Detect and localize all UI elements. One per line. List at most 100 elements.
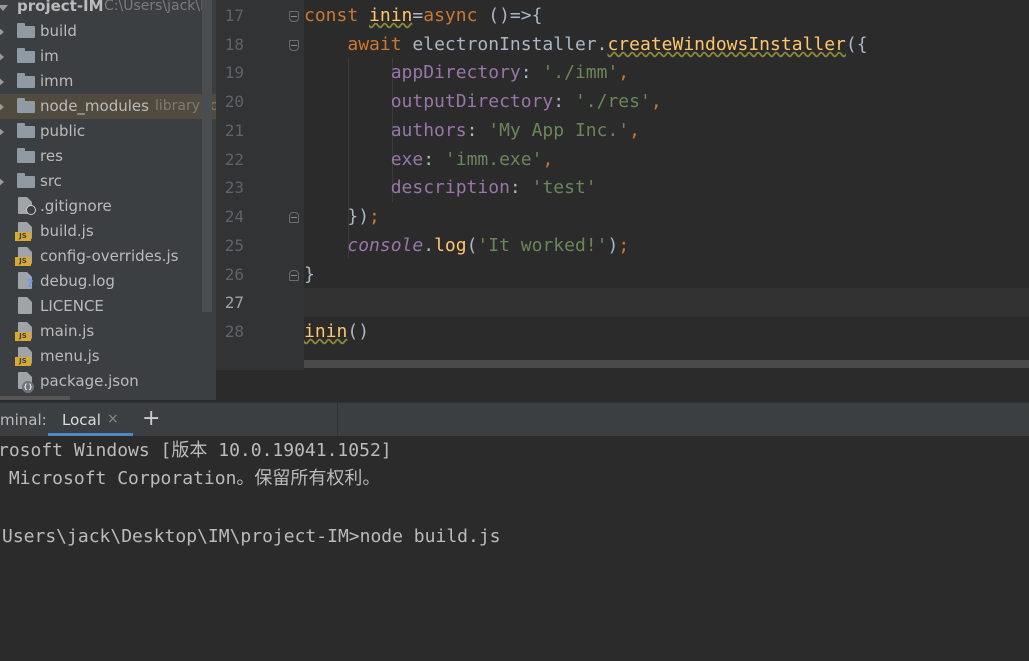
code-line-20: outputDirectory: './res',: [304, 88, 662, 117]
line-number: 22: [224, 150, 244, 169]
token-keyword: async: [423, 5, 478, 26]
tree-item-gitignore[interactable]: .gitignore: [0, 194, 216, 219]
line-number: 28: [224, 322, 244, 341]
code-line-21: authors: 'My App Inc.',: [304, 117, 640, 146]
line-number: 18: [224, 35, 244, 54]
tree-item-public[interactable]: public: [0, 119, 216, 144]
tree-item-src[interactable]: src: [0, 169, 216, 194]
plus-icon[interactable]: +: [142, 407, 160, 431]
token-punct: (): [347, 321, 370, 342]
line-number-current: 27: [224, 293, 244, 312]
js-badge-icon: JS: [15, 257, 31, 266]
chevron-right-icon[interactable]: [0, 77, 4, 87]
divider: [337, 403, 338, 437]
token-string: 'imm.exe': [444, 149, 543, 170]
token-punct: ;: [369, 206, 380, 227]
terminal-output[interactable]: rosoft Windows [版本 10.0.19041.1052] Micr…: [0, 436, 1029, 661]
tree-item-label: src: [40, 172, 62, 190]
ignore-badge-icon: [26, 205, 36, 215]
line-number: 19: [224, 63, 244, 82]
json-badge-icon: {}: [22, 381, 34, 393]
tree-item-label: imm: [40, 72, 74, 90]
line-number: 26: [224, 265, 244, 284]
token-punct: ({: [845, 34, 868, 55]
line-number: 20: [224, 92, 244, 111]
tree-item-menu-js[interactable]: JS menu.js: [0, 344, 216, 369]
chevron-right-icon[interactable]: [0, 127, 4, 137]
project-tree: project-IM C:\Users\jack\D build im imm …: [0, 0, 216, 400]
close-icon[interactable]: ×: [107, 411, 119, 427]
tree-scrollbar[interactable]: [202, 0, 212, 312]
tree-horizontal-scrollbar[interactable]: [0, 396, 70, 400]
token-punct: ()=>{: [477, 5, 543, 26]
tree-item-label: build.js: [40, 222, 94, 240]
chevron-right-icon[interactable]: [0, 27, 4, 37]
token-punct: }: [304, 264, 315, 285]
tree-item-label: res: [40, 147, 63, 165]
code-line-24: });: [304, 203, 380, 232]
tree-item-build[interactable]: build: [0, 19, 216, 44]
token-string: 'test': [531, 177, 597, 198]
code-line-25: console.log('It worked!');: [304, 232, 629, 261]
token-identifier: electronInstaller: [412, 34, 597, 55]
code-line-17: const inin=async ()=>{: [304, 2, 542, 31]
project-root-row[interactable]: project-IM C:\Users\jack\D: [0, 0, 216, 19]
tree-item-label: node_modules: [40, 97, 149, 115]
editor-horizontal-scrollbar[interactable]: [304, 360, 1029, 368]
token-property: authors: [390, 120, 467, 141]
chevron-right-icon[interactable]: [0, 52, 4, 62]
tree-item-label: .gitignore: [40, 197, 112, 215]
token-string: './res': [574, 91, 651, 112]
tree-item-debug-log[interactable]: ? debug.log: [0, 269, 216, 294]
token-method: log: [434, 235, 467, 256]
chevron-right-icon[interactable]: [0, 102, 4, 112]
chevron-down-icon[interactable]: [0, 5, 8, 11]
tab-local[interactable]: Local ×: [48, 403, 133, 437]
terminal-toolbar: minal: Local × +: [0, 402, 1029, 437]
code-line-18: await electronInstaller.createWindowsIns…: [304, 31, 868, 60]
fold-marker-icon[interactable]: [289, 212, 299, 223]
token-operator: =: [412, 5, 424, 26]
project-name: project-IM: [17, 0, 104, 15]
line-number: 25: [224, 236, 244, 255]
tree-item-node-modules[interactable]: node_modules library ro: [0, 94, 216, 119]
tree-item-build-js[interactable]: JS build.js: [0, 219, 216, 244]
folder-icon: [17, 73, 35, 88]
fold-marker-icon[interactable]: [289, 270, 299, 281]
token-property: appDirectory: [390, 62, 521, 83]
folder-icon: [17, 123, 35, 138]
tab-label: Local: [62, 411, 101, 429]
token-punct: ,: [629, 120, 640, 141]
tree-item-label: debug.log: [40, 272, 115, 290]
token-property: description: [390, 177, 510, 198]
token-punct: ): [607, 235, 619, 256]
tree-item-label: menu.js: [40, 347, 100, 365]
tree-item-package-json[interactable]: {} package.json: [0, 369, 216, 394]
tree-item-res[interactable]: res: [0, 144, 216, 169]
fold-marker-icon[interactable]: [289, 40, 299, 51]
token-punct: :: [553, 91, 575, 112]
js-badge-icon: JS: [15, 232, 31, 241]
tree-item-label: public: [40, 122, 86, 140]
token-string: 'My App Inc.': [488, 120, 630, 141]
tree-item-licence[interactable]: LICENCE: [0, 294, 216, 319]
tree-item-label: config-overrides.js: [40, 247, 179, 265]
fold-marker-icon[interactable]: [289, 11, 299, 22]
token-punct: .: [596, 34, 608, 55]
token-punct: ,: [650, 91, 662, 112]
editor-footer-area: [216, 370, 1029, 400]
js-badge-icon: JS: [15, 357, 31, 366]
folder-icon: [17, 148, 35, 163]
token-punct: (: [466, 235, 478, 256]
tree-item-main-js[interactable]: JS main.js: [0, 319, 216, 344]
chevron-right-icon[interactable]: [0, 177, 4, 187]
folder-icon: [17, 23, 35, 38]
terminal-line: Microsoft Corporation。保留所有权利。: [0, 468, 381, 489]
tree-item-imm[interactable]: imm: [0, 69, 216, 94]
tree-item-label: package.json: [40, 372, 139, 390]
token-property: exe: [390, 149, 424, 170]
tree-item-label: im: [40, 47, 59, 65]
tree-item-config-overrides-js[interactable]: JS config-overrides.js: [0, 244, 216, 269]
tree-item-im[interactable]: im: [0, 44, 216, 69]
token-punct: :: [423, 149, 445, 170]
